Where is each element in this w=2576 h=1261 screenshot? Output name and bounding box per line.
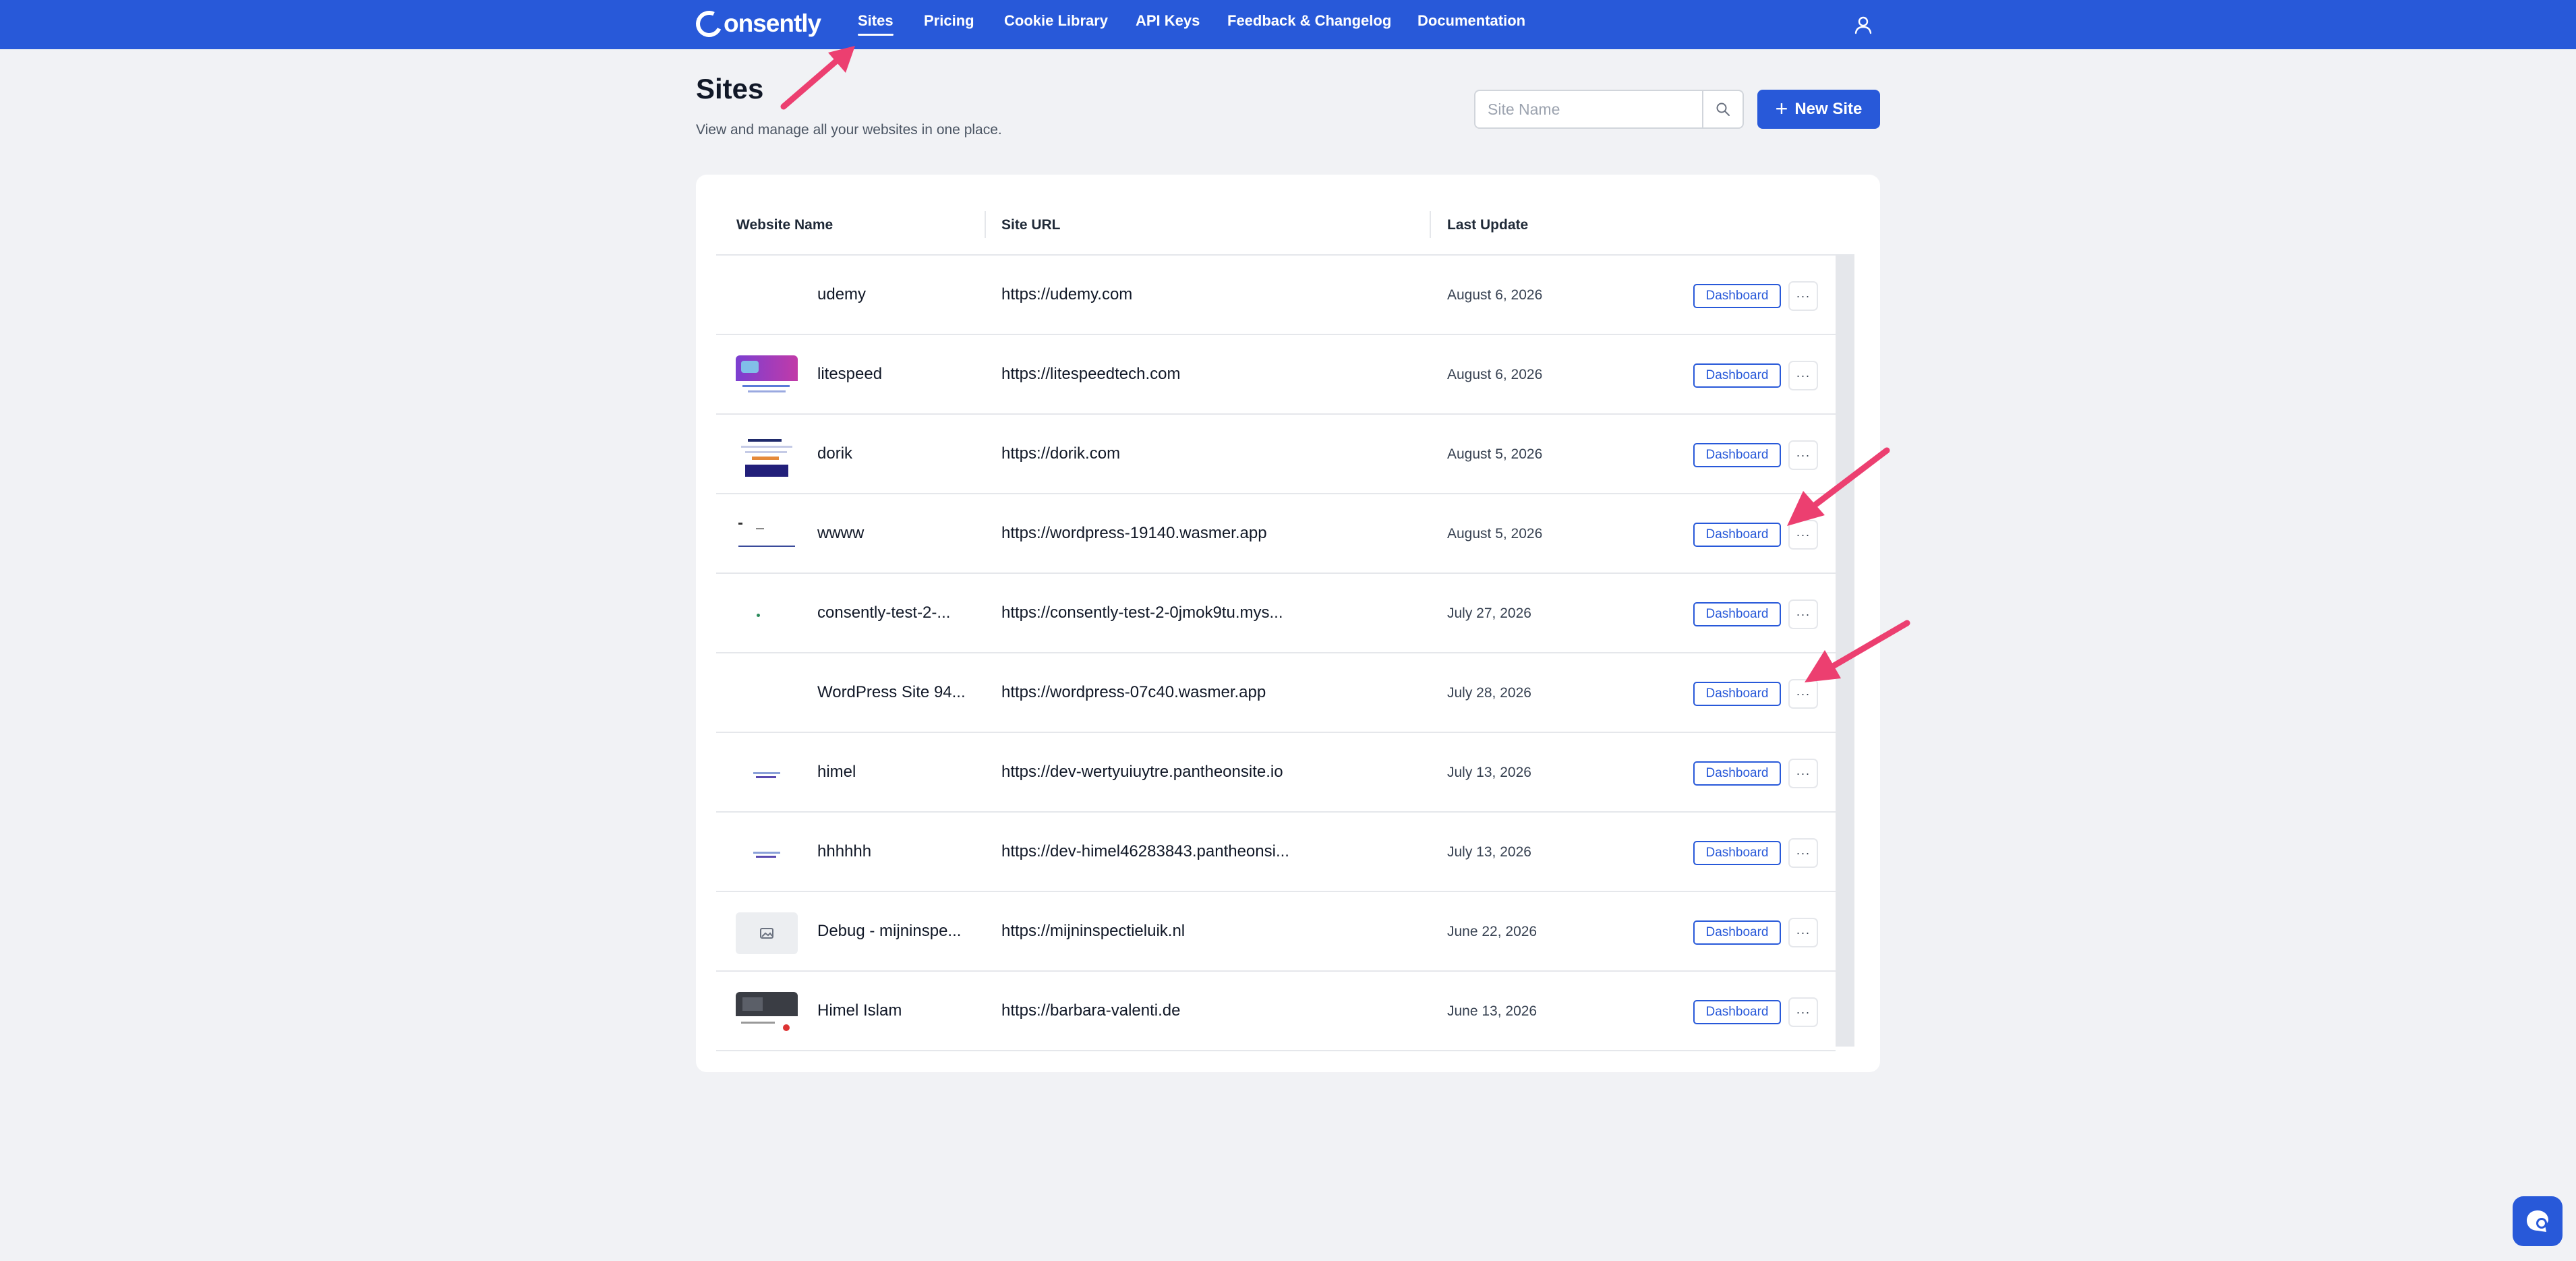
- table-row[interactable]: himel https://dev-wertyuiuytre.pantheons…: [716, 733, 1836, 813]
- dashboard-button[interactable]: Dashboard: [1693, 363, 1781, 388]
- last-update: July 28, 2026: [1447, 685, 1531, 701]
- site-name: dorik: [817, 444, 853, 463]
- nav-cookie-library[interactable]: Cookie Library: [1004, 12, 1108, 30]
- site-thumbnail: [736, 912, 798, 954]
- site-url: https://wordpress-07c40.wasmer.app: [1001, 683, 1266, 701]
- last-update: June 13, 2026: [1447, 1003, 1538, 1019]
- more-options-button[interactable]: ···: [1788, 281, 1818, 311]
- site-url: https://litespeedtech.com: [1001, 365, 1181, 383]
- page-subtitle: View and manage all your websites in one…: [696, 122, 1002, 138]
- site-name: consently-test-2-...: [817, 604, 951, 622]
- site-url: https://barbara-valenti.de: [1001, 1001, 1181, 1020]
- site-thumbnail: [736, 753, 798, 795]
- last-update: August 5, 2026: [1447, 526, 1543, 541]
- table-row[interactable]: Debug - mijninspe... https://mijninspect…: [716, 892, 1836, 972]
- image-placeholder-icon: [760, 928, 773, 939]
- site-name: WordPress Site 94...: [817, 683, 966, 701]
- new-site-label: New Site: [1794, 100, 1863, 118]
- dashboard-button[interactable]: Dashboard: [1693, 682, 1781, 706]
- column-header-site-url: Site URL: [1001, 217, 1061, 233]
- user-icon[interactable]: [1853, 15, 1873, 35]
- dashboard-button[interactable]: Dashboard: [1693, 523, 1781, 547]
- site-name: himel: [817, 763, 856, 781]
- nav-pricing[interactable]: Pricing: [924, 12, 974, 30]
- more-options-button[interactable]: ···: [1788, 838, 1818, 868]
- site-url: https://udemy.com: [1001, 285, 1133, 303]
- last-update: July 13, 2026: [1447, 765, 1531, 780]
- more-options-button[interactable]: ···: [1788, 997, 1818, 1027]
- site-name: udemy: [817, 285, 867, 303]
- new-site-button[interactable]: + New Site: [1757, 90, 1880, 129]
- table-row[interactable]: dorik https://dorik.com August 5, 2026 D…: [716, 415, 1836, 494]
- plus-icon: +: [1775, 96, 1788, 121]
- nav-api-keys[interactable]: API Keys: [1136, 12, 1200, 30]
- chat-support-button[interactable]: [2513, 1196, 2563, 1246]
- logo-c-mark: [692, 7, 726, 40]
- site-url: https://dev-wertyuiuytre.pantheonsite.io: [1001, 763, 1283, 781]
- site-thumbnail: [736, 355, 798, 397]
- chat-icon: [2527, 1210, 2548, 1232]
- annotation-arrow-icon: [1787, 447, 1890, 526]
- dashboard-button[interactable]: Dashboard: [1693, 1000, 1781, 1024]
- last-update: August 5, 2026: [1447, 446, 1543, 462]
- site-name: hhhhhh: [817, 842, 872, 860]
- site-name: Debug - mijninspe...: [817, 922, 962, 940]
- search-icon: [1716, 102, 1730, 116]
- logo-text: onsently: [724, 9, 821, 37]
- last-update: June 22, 2026: [1447, 924, 1538, 939]
- site-url: https://dev-himel46283843.pantheonsi...: [1001, 842, 1289, 860]
- site-search: [1474, 90, 1744, 129]
- table-row[interactable]: udemy https://udemy.com August 6, 2026 D…: [716, 256, 1836, 335]
- site-thumbnail: [736, 515, 798, 556]
- site-url: https://wordpress-19140.wasmer.app: [1001, 524, 1267, 542]
- top-nav-bar: onsently Sites Pricing Cookie Library AP…: [0, 0, 2576, 49]
- site-name-search-input[interactable]: [1475, 91, 1703, 127]
- site-thumbnail: [736, 435, 798, 477]
- site-name: wwww: [817, 524, 865, 542]
- column-header-website-name: Website Name: [736, 217, 833, 233]
- dashboard-button[interactable]: Dashboard: [1693, 841, 1781, 865]
- more-options-button[interactable]: ···: [1788, 759, 1818, 788]
- site-url: https://mijninspectieluik.nl: [1001, 922, 1185, 940]
- site-url: https://consently-test-2-0jmok9tu.mys...: [1001, 604, 1283, 622]
- more-options-button[interactable]: ···: [1788, 918, 1818, 947]
- search-button[interactable]: [1702, 91, 1743, 127]
- dashboard-button[interactable]: Dashboard: [1693, 443, 1781, 467]
- page-title: Sites: [696, 73, 764, 105]
- column-divider: [1430, 211, 1431, 238]
- table-row[interactable]: litespeed https://litespeedtech.com Augu…: [716, 335, 1836, 415]
- column-divider: [985, 211, 986, 238]
- table-row[interactable]: WordPress Site 94... https://wordpress-0…: [716, 653, 1836, 733]
- site-thumbnail: [736, 833, 798, 875]
- nav-sites[interactable]: Sites: [858, 12, 894, 36]
- dashboard-button[interactable]: Dashboard: [1693, 602, 1781, 626]
- nav-feedback-changelog[interactable]: Feedback & Changelog: [1227, 12, 1391, 30]
- site-thumbnail: [736, 594, 798, 636]
- table-row[interactable]: hhhhhh https://dev-himel46283843.pantheo…: [716, 813, 1836, 892]
- last-update: July 13, 2026: [1447, 844, 1531, 860]
- table-row[interactable]: consently-test-2-... https://consently-t…: [716, 574, 1836, 653]
- column-header-last-update: Last Update: [1447, 217, 1529, 233]
- site-thumbnail: [736, 992, 798, 1034]
- site-name: Himel Islam: [817, 1001, 902, 1020]
- site-name: litespeed: [817, 365, 883, 383]
- annotation-arrow-icon: [780, 46, 855, 110]
- nav-documentation[interactable]: Documentation: [1417, 12, 1525, 30]
- table-row[interactable]: Himel Islam https://barbara-valenti.de J…: [716, 972, 1836, 1051]
- table-row[interactable]: wwww https://wordpress-19140.wasmer.app …: [716, 494, 1836, 574]
- more-options-button[interactable]: ···: [1788, 361, 1818, 390]
- consently-logo[interactable]: onsently: [692, 7, 821, 40]
- dashboard-button[interactable]: Dashboard: [1693, 284, 1781, 308]
- annotation-arrow-icon: [1805, 620, 1910, 682]
- last-update: July 27, 2026: [1447, 606, 1531, 621]
- last-update: August 6, 2026: [1447, 367, 1543, 382]
- site-url: https://dorik.com: [1001, 444, 1121, 463]
- dashboard-button[interactable]: Dashboard: [1693, 761, 1781, 786]
- last-update: August 6, 2026: [1447, 287, 1543, 303]
- dashboard-button[interactable]: Dashboard: [1693, 920, 1781, 945]
